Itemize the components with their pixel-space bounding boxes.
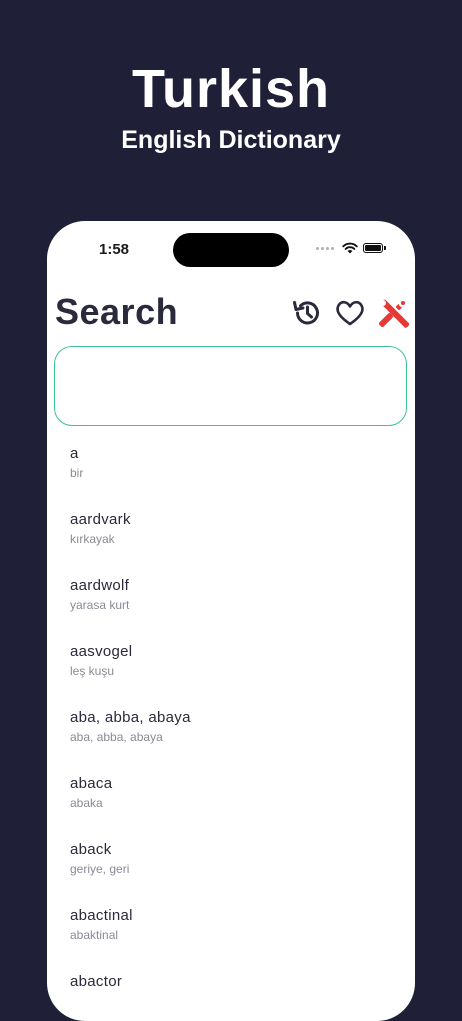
history-icon bbox=[292, 300, 319, 324]
history-button[interactable] bbox=[290, 296, 323, 329]
heart-icon bbox=[335, 300, 364, 325]
word-translation: geriye, geri bbox=[70, 862, 130, 876]
list-item[interactable]: aback geriye, geri bbox=[47, 833, 415, 899]
word-translation: yarasa kurt bbox=[70, 598, 130, 612]
page-title: Search bbox=[55, 291, 179, 332]
word-term: aasvogel bbox=[70, 643, 133, 660]
tools-icon bbox=[378, 298, 409, 328]
word-translation: abaktinal bbox=[70, 928, 119, 942]
status-time: 1:58 bbox=[99, 241, 130, 258]
word-translation: abaka bbox=[70, 796, 103, 810]
word-term: aardvark bbox=[70, 511, 131, 528]
word-translation: bir bbox=[70, 466, 84, 480]
signal-dots-icon bbox=[316, 246, 334, 250]
wifi-icon bbox=[342, 242, 358, 254]
promo-title: Turkish bbox=[131, 59, 331, 119]
status-icons bbox=[316, 242, 386, 254]
list-item[interactable]: aasvogel leş kuşu bbox=[47, 635, 415, 701]
word-list: a bir aardvark kırkayak aardwolf yarasa kurt a… bbox=[47, 437, 415, 1021]
battery-icon bbox=[363, 243, 386, 253]
favorites-button[interactable] bbox=[333, 296, 366, 329]
list-item[interactable]: aardwolf yarasa kurt bbox=[47, 569, 415, 635]
word-term: a bbox=[70, 445, 79, 462]
word-term: abaca bbox=[70, 775, 113, 792]
word-term: abactor bbox=[70, 973, 123, 990]
list-item[interactable]: aardvark kırkayak bbox=[47, 503, 415, 569]
list-item[interactable]: abactinal abaktinal bbox=[47, 899, 415, 965]
list-item[interactable]: aba, abba, abaya aba, abba, abaya bbox=[47, 701, 415, 767]
word-translation: aba, abba, abaya bbox=[70, 730, 163, 744]
word-term: aback bbox=[70, 841, 112, 858]
word-term: aardwolf bbox=[70, 577, 130, 594]
list-item[interactable]: abaca abaka bbox=[47, 767, 415, 833]
list-item[interactable]: a bir bbox=[47, 437, 415, 503]
list-item[interactable]: abactor bbox=[47, 965, 415, 1021]
word-translation: leş kuşu bbox=[70, 664, 115, 678]
word-term: aba, abba, abaya bbox=[70, 709, 191, 726]
word-term: abactinal bbox=[70, 907, 133, 924]
dynamic-island bbox=[173, 233, 289, 267]
settings-tools-button[interactable] bbox=[376, 296, 409, 329]
search-input[interactable] bbox=[54, 346, 407, 426]
header-icons bbox=[290, 296, 409, 329]
promo-subtitle: English Dictionary bbox=[121, 126, 341, 154]
word-translation: kırkayak bbox=[70, 532, 115, 546]
phone-screen: 1:58 Search a bir aardvark kırkayak aard… bbox=[47, 221, 415, 1021]
